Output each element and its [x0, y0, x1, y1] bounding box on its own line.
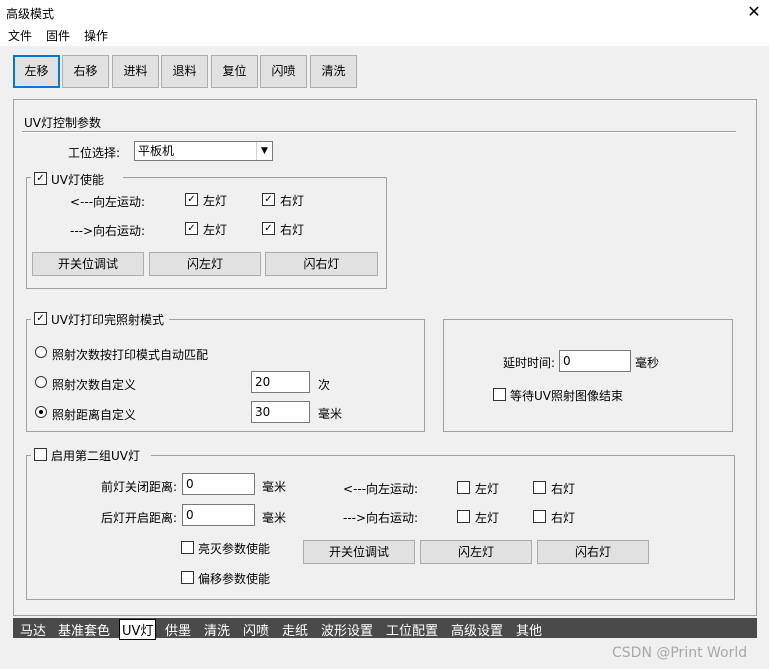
offset-param-label: 偏移参数使能 — [198, 572, 271, 586]
delay-input[interactable]: 0 — [559, 350, 631, 372]
reset-button[interactable]: 复位 — [211, 55, 258, 88]
second-right-move-left-lamp-checkbox[interactable] — [457, 510, 470, 523]
watermark: CSDN @Print World — [612, 645, 748, 661]
tab-uv-lamp[interactable]: UV灯 — [119, 619, 157, 640]
delay-unit: 毫秒 — [635, 356, 660, 370]
left-move-left-lamp-label: 左灯 — [203, 194, 228, 208]
count-input[interactable]: 20 — [251, 371, 310, 393]
count-unit: 次 — [318, 378, 331, 392]
left-move-left-lamp-checkbox[interactable]: ✓ — [185, 193, 198, 206]
tab-station-config[interactable]: 工位配置 — [386, 620, 438, 639]
switch-debug-button[interactable]: 开关位调试 — [32, 252, 144, 276]
tab-registration[interactable]: 基准套色 — [58, 620, 110, 639]
distance-custom-label: 照射距离自定义 — [52, 408, 137, 422]
flash-left-lamp-button[interactable]: 闪左灯 — [149, 252, 261, 276]
move-left-button[interactable]: 左移 — [13, 55, 60, 88]
station-select-value: 平板机 — [138, 144, 175, 158]
front-off-input[interactable]: 0 — [182, 473, 255, 495]
wait-image-checkbox[interactable] — [493, 388, 506, 401]
section-divider — [22, 131, 736, 133]
tab-paper-feed[interactable]: 走纸 — [282, 620, 308, 639]
distance-unit: 毫米 — [318, 407, 343, 421]
station-label: 工位选择: — [68, 146, 121, 160]
wait-image-label: 等待UV照射图像结束 — [510, 389, 623, 403]
station-select[interactable]: 平板机 ▼ — [134, 141, 273, 161]
left-move-label: <---向左运动: — [70, 195, 146, 209]
move-right-button[interactable]: 右移 — [62, 55, 109, 88]
second-right-move-label: --->向右运动: — [343, 511, 419, 525]
front-off-unit: 毫米 — [262, 480, 287, 494]
menu-operation[interactable]: 操作 — [84, 27, 108, 44]
second-flash-right-lamp-button[interactable]: 闪右灯 — [537, 540, 649, 564]
offset-param-checkbox[interactable] — [181, 571, 194, 584]
second-uv-checkbox[interactable] — [34, 448, 47, 461]
auto-match-label: 照射次数按打印模式自动匹配 — [52, 348, 209, 362]
right-move-right-lamp-checkbox[interactable]: ✓ — [262, 222, 275, 235]
section-title: UV灯控制参数 — [24, 116, 101, 130]
count-custom-radio[interactable] — [35, 376, 47, 388]
menu-firmware[interactable]: 固件 — [46, 27, 70, 44]
clean-button[interactable]: 清洗 — [310, 55, 357, 88]
second-left-move-left-lamp-label: 左灯 — [475, 482, 500, 496]
close-icon[interactable]: ✕ — [744, 2, 764, 22]
count-custom-label: 照射次数自定义 — [52, 378, 137, 392]
flash-right-lamp-button[interactable]: 闪右灯 — [265, 252, 378, 276]
right-move-right-lamp-label: 右灯 — [280, 223, 305, 237]
on-off-param-checkbox[interactable] — [181, 541, 194, 554]
second-left-move-left-lamp-checkbox[interactable] — [457, 481, 470, 494]
uv-enable-label: UV灯使能 — [51, 173, 104, 187]
right-move-label: --->向右运动: — [70, 224, 146, 238]
rear-on-input[interactable]: 0 — [182, 504, 255, 526]
second-left-move-right-lamp-label: 右灯 — [551, 482, 576, 496]
distance-custom-radio[interactable] — [35, 406, 47, 418]
on-off-param-label: 亮灭参数使能 — [198, 542, 271, 556]
second-flash-left-lamp-button[interactable]: 闪左灯 — [420, 540, 532, 564]
menu-file[interactable]: 文件 — [8, 27, 32, 44]
menu-bar — [0, 26, 769, 46]
second-right-move-right-lamp-checkbox[interactable] — [533, 510, 546, 523]
second-switch-debug-button[interactable]: 开关位调试 — [303, 540, 415, 564]
delay-label: 延时时间: — [503, 356, 556, 370]
tab-advanced[interactable]: 高级设置 — [451, 620, 503, 639]
second-right-move-right-lamp-label: 右灯 — [551, 511, 576, 525]
retract-button[interactable]: 退料 — [161, 55, 208, 88]
front-off-label: 前灯关闭距离: — [101, 480, 178, 494]
left-move-right-lamp-label: 右灯 — [280, 194, 305, 208]
feed-button[interactable]: 进料 — [112, 55, 159, 88]
right-move-left-lamp-label: 左灯 — [203, 223, 228, 237]
delay-group — [443, 319, 733, 432]
chevron-down-icon[interactable]: ▼ — [256, 142, 272, 160]
second-uv-group — [26, 455, 735, 600]
distance-input[interactable]: 30 — [251, 401, 310, 423]
rear-on-unit: 毫米 — [262, 511, 287, 525]
second-left-move-label: <---向左运动: — [343, 482, 419, 496]
title-bar — [0, 0, 769, 26]
print-complete-checkbox[interactable]: ✓ — [34, 312, 47, 325]
tab-waveform[interactable]: 波形设置 — [321, 620, 373, 639]
rear-on-label: 后灯开启距离: — [101, 511, 178, 525]
flash-spray-button[interactable]: 闪喷 — [260, 55, 307, 88]
second-right-move-left-lamp-label: 左灯 — [475, 511, 500, 525]
second-left-move-right-lamp-checkbox[interactable] — [533, 481, 546, 494]
tab-motor[interactable]: 马达 — [20, 620, 46, 639]
tab-flash-spray[interactable]: 闪喷 — [243, 620, 269, 639]
left-move-right-lamp-checkbox[interactable]: ✓ — [262, 193, 275, 206]
window-title: 高级模式 — [6, 7, 55, 21]
second-uv-label: 启用第二组UV灯 — [51, 449, 140, 463]
right-move-left-lamp-checkbox[interactable]: ✓ — [185, 222, 198, 235]
auto-match-radio[interactable] — [35, 346, 47, 358]
tab-clean[interactable]: 清洗 — [204, 620, 230, 639]
tab-other[interactable]: 其他 — [516, 620, 542, 639]
uv-enable-checkbox[interactable]: ✓ — [34, 172, 47, 185]
tab-ink-supply[interactable]: 供墨 — [165, 620, 191, 639]
print-complete-label: UV灯打印完照射模式 — [51, 313, 164, 327]
